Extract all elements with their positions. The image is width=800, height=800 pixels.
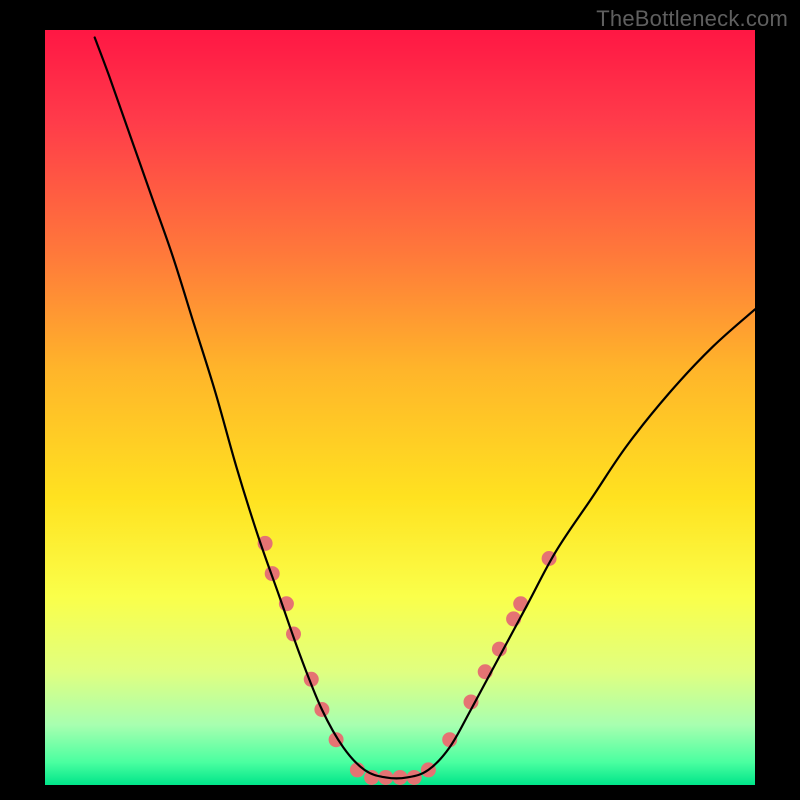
bottleneck-chart bbox=[0, 0, 800, 800]
chart-container: TheBottleneck.com bbox=[0, 0, 800, 800]
frame-right bbox=[755, 0, 800, 800]
frame-left bbox=[0, 0, 45, 800]
watermark-text: TheBottleneck.com bbox=[596, 6, 788, 32]
plot-background bbox=[45, 30, 755, 785]
frame-bottom bbox=[0, 785, 800, 800]
